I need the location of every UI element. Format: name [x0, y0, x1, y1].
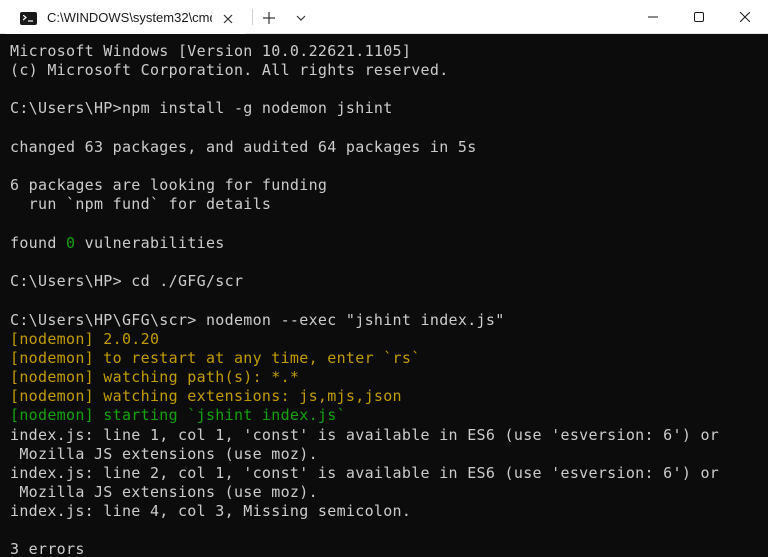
console-line: index.js: line 2, col 1, 'const' is avai… — [10, 464, 720, 482]
tab-cmd[interactable]: C:\WINDOWS\system32\cmd. — [6, 3, 246, 34]
maximize-icon — [694, 12, 704, 22]
terminal-window: C:\WINDOWS\system32\cmd. Microsoft Windo… — [0, 0, 768, 557]
close-icon — [740, 12, 750, 22]
nodemon-line: [nodemon] watching path(s): *.* — [10, 368, 300, 386]
nodemon-line: [nodemon] watching extensions: js,mjs,js… — [10, 387, 402, 405]
console-output[interactable]: Microsoft Windows [Version 10.0.22621.11… — [0, 34, 768, 557]
console-line: 6 packages are looking for funding — [10, 176, 328, 194]
minimize-icon — [648, 16, 658, 18]
console-line: index.js: line 1, col 1, 'const' is avai… — [10, 426, 720, 444]
tab-close-icon[interactable] — [218, 9, 238, 29]
tab-title: C:\WINDOWS\system32\cmd. — [47, 10, 212, 25]
console-line: changed 63 packages, and audited 64 pack… — [10, 138, 477, 156]
nodemon-line: [nodemon] starting `jshint index.js` — [10, 406, 346, 424]
console-line: C:\Users\HP> cd ./GFG/scr — [10, 272, 244, 290]
console-line: Mozilla JS extensions (use moz). — [10, 483, 318, 501]
console-line: (c) Microsoft Corporation. All rights re… — [10, 61, 449, 79]
nodemon-line: [nodemon] to restart at any time, enter … — [10, 349, 421, 367]
tab-divider — [252, 9, 253, 25]
new-tab-plus-icon[interactable] — [259, 8, 279, 28]
vulnerabilities-text: vulnerabilities — [75, 234, 225, 252]
console-line: 3 errors — [10, 540, 85, 557]
found-text: found — [10, 234, 66, 252]
close-window-button[interactable] — [722, 0, 768, 34]
console-line: Mozilla JS extensions (use moz). — [10, 445, 318, 463]
console-line: index.js: line 4, col 3, Missing semicol… — [10, 502, 412, 520]
console-line: Microsoft Windows [Version 10.0.22621.11… — [10, 42, 412, 60]
chevron-down-icon[interactable] — [291, 8, 311, 28]
console-line: C:\Users\HP>npm install -g nodemon jshin… — [10, 99, 393, 117]
maximize-button[interactable] — [676, 0, 722, 34]
vulnerability-count: 0 — [66, 234, 76, 252]
console-line: run `npm fund` for details — [10, 195, 272, 213]
nodemon-line: [nodemon] 2.0.20 — [10, 330, 160, 348]
minimize-button[interactable] — [630, 0, 676, 34]
console-line-vulnerabilities: found 0 vulnerabilities — [10, 234, 225, 253]
title-bar[interactable]: C:\WINDOWS\system32\cmd. — [0, 0, 768, 34]
cmd-icon — [20, 12, 37, 25]
console-line: C:\Users\HP\GFG\scr> nodemon --exec "jsh… — [10, 311, 505, 329]
